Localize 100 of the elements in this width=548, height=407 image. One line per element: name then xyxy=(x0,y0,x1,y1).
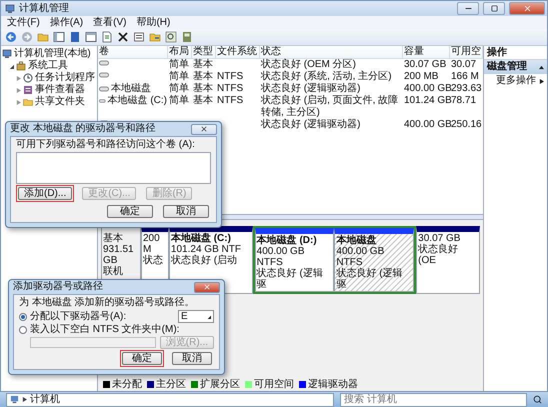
partition-name: 本地磁盘 (C:) xyxy=(170,233,232,244)
disk-info: 联机 xyxy=(103,266,124,277)
folder-icon xyxy=(23,97,33,107)
tree-item[interactable]: 任务计划程序 xyxy=(35,72,95,84)
computer-icon xyxy=(2,49,12,59)
tree-item[interactable]: 计算机管理(本地) xyxy=(14,48,91,60)
menu-item[interactable]: 帮助(H) xyxy=(136,16,170,28)
legend-label: 逻辑驱动器 xyxy=(308,379,358,390)
search-icon xyxy=(533,395,542,404)
menu-item[interactable]: 操作(A) xyxy=(50,16,84,28)
expanded-arrow-icon xyxy=(9,64,14,68)
partition-size: 400.00 GB NTFS xyxy=(256,246,304,268)
table-cell-text: 基本 xyxy=(192,83,214,94)
dialog-button[interactable]: 确定 xyxy=(107,205,153,218)
delete-icon[interactable] xyxy=(117,31,129,43)
table-cell-text: 30.07 xyxy=(450,59,478,71)
partition-size: 200 M xyxy=(143,233,160,255)
submenu-arrow-icon xyxy=(539,78,544,84)
back-arrow-icon[interactable] xyxy=(5,31,17,43)
table-cell-text: 基本 xyxy=(192,95,214,107)
table-cell-text: 基本 xyxy=(192,71,214,82)
column-header[interactable]: 状态 xyxy=(260,46,403,59)
action-item[interactable]: 更多操作 xyxy=(484,74,547,88)
folder-icon[interactable] xyxy=(149,31,161,43)
page-icon[interactable] xyxy=(101,31,113,43)
tree-item[interactable]: 共享文件夹 xyxy=(35,96,85,108)
dialog-button[interactable]: 取消 xyxy=(163,205,209,218)
partition-size: 400.00 GB NTFS xyxy=(336,246,384,268)
dialog-title: 更改 本地磁盘 的驱动器号和路径 xyxy=(10,123,156,135)
table-cell-text: 简单 xyxy=(168,83,190,94)
table-cell-text: NTFS xyxy=(216,83,244,95)
radio-button[interactable] xyxy=(19,312,27,320)
breadcrumb-arrow-icon xyxy=(22,397,27,402)
tree-item[interactable]: 事件查看器 xyxy=(35,84,85,96)
table-cell-text: 简单 xyxy=(168,71,190,82)
table-cell-text: 状态良好 (系统, 活动, 主分区) xyxy=(260,71,393,82)
properties-icon[interactable] xyxy=(133,31,145,43)
collapsed-arrow-icon xyxy=(16,88,21,92)
partition-size: 30.07 GB xyxy=(418,233,462,244)
window-icon[interactable] xyxy=(85,31,97,43)
partition-block[interactable]: 本地磁盘 (D:) 400.00 GB NTFS 状态良好 (逻辑驱 xyxy=(254,228,334,292)
table-cell-text: 166 M xyxy=(450,71,480,83)
column-header[interactable]: 布局 xyxy=(168,46,192,59)
radio-button[interactable] xyxy=(19,326,27,334)
table-cell-text: NTFS xyxy=(216,71,244,83)
partition-status: 状态良好 (启动 xyxy=(170,255,238,266)
disk-info: 931.51 GB xyxy=(103,244,135,266)
table-cell-text: 293.63 xyxy=(451,83,483,95)
close-icon xyxy=(200,125,208,133)
close-icon xyxy=(203,283,211,291)
dialog-button[interactable]: 确定 xyxy=(122,352,162,365)
close-icon xyxy=(522,4,532,13)
drive-path-list[interactable] xyxy=(16,152,211,184)
dialog-button[interactable]: 添加(D)... xyxy=(18,187,72,200)
partition-size: 101.24 GB NTF xyxy=(170,244,242,255)
table-cell: 400.00 GB xyxy=(403,119,450,131)
partition-status: 状态良好 (逻辑驱 xyxy=(336,268,404,290)
partition-status: 状态良好 (OE xyxy=(418,244,460,266)
dialog-prompt: 可用下列驱动器号和路径访问这个卷 (A): xyxy=(16,139,196,151)
close-button[interactable] xyxy=(191,124,217,134)
collapsed-arrow-icon xyxy=(16,76,21,80)
table-cell-text: 30.07 GB xyxy=(403,59,448,71)
legend-label: 主分区 xyxy=(156,379,186,390)
menu-item[interactable]: 查看(V) xyxy=(93,16,126,28)
dialog-button[interactable]: 取消 xyxy=(172,352,212,365)
clock-icon xyxy=(23,73,33,83)
table-cell-text: 200 MB xyxy=(403,71,440,83)
collapse-arrow-icon xyxy=(539,64,544,70)
table-cell-text: 78.71 xyxy=(451,95,478,107)
tree-item[interactable]: 系统工具 xyxy=(28,60,68,72)
column-header[interactable]: 类型 xyxy=(192,46,216,59)
table-cell-text: 简单 xyxy=(168,95,190,107)
action-section[interactable]: 磁盘管理 xyxy=(484,60,547,74)
table-cell: 101.24 GB xyxy=(403,95,450,107)
search-field[interactable]: 搜索 计算机 xyxy=(340,392,527,406)
maximize-button[interactable] xyxy=(483,2,505,15)
table-cell-text: 基本 xyxy=(192,59,214,70)
computer-icon xyxy=(5,4,15,14)
computer-icon xyxy=(10,395,19,404)
table-cell-text: 状态良好 (逻辑驱动器) xyxy=(260,119,362,131)
window-title: 计算机管理 xyxy=(19,2,70,14)
folder-icon[interactable] xyxy=(37,31,49,43)
address-text: 计算机 xyxy=(30,394,60,406)
partition-block[interactable]: 30.07 GB 状态良好 (OE xyxy=(416,226,480,294)
column-header[interactable]: 卷 xyxy=(98,46,168,59)
maximize-icon xyxy=(490,5,498,12)
collapsed-arrow-icon xyxy=(16,100,21,104)
minimize-button[interactable] xyxy=(457,2,479,15)
toolbox-icon xyxy=(16,61,26,71)
drive-letter-dropdown[interactable]: E xyxy=(178,310,214,323)
close-button[interactable] xyxy=(194,282,220,292)
menu-item[interactable]: 文件(F) xyxy=(7,16,40,28)
table-cell-text: NTFS xyxy=(216,95,244,107)
table-cell: 400.00 GB xyxy=(403,83,450,95)
table-cell-text: 状态良好 (OEM 分区) xyxy=(260,59,357,70)
address-bar[interactable]: 计算机 xyxy=(6,392,334,406)
window-icon[interactable] xyxy=(53,31,65,43)
partition-block[interactable]: 本地磁盘 400.00 GB NTFS 状态良好 (逻辑驱 xyxy=(334,228,414,292)
legend-label: 未分配 xyxy=(112,379,142,390)
dialog-title: 添加驱动器号或路径 xyxy=(13,281,103,293)
